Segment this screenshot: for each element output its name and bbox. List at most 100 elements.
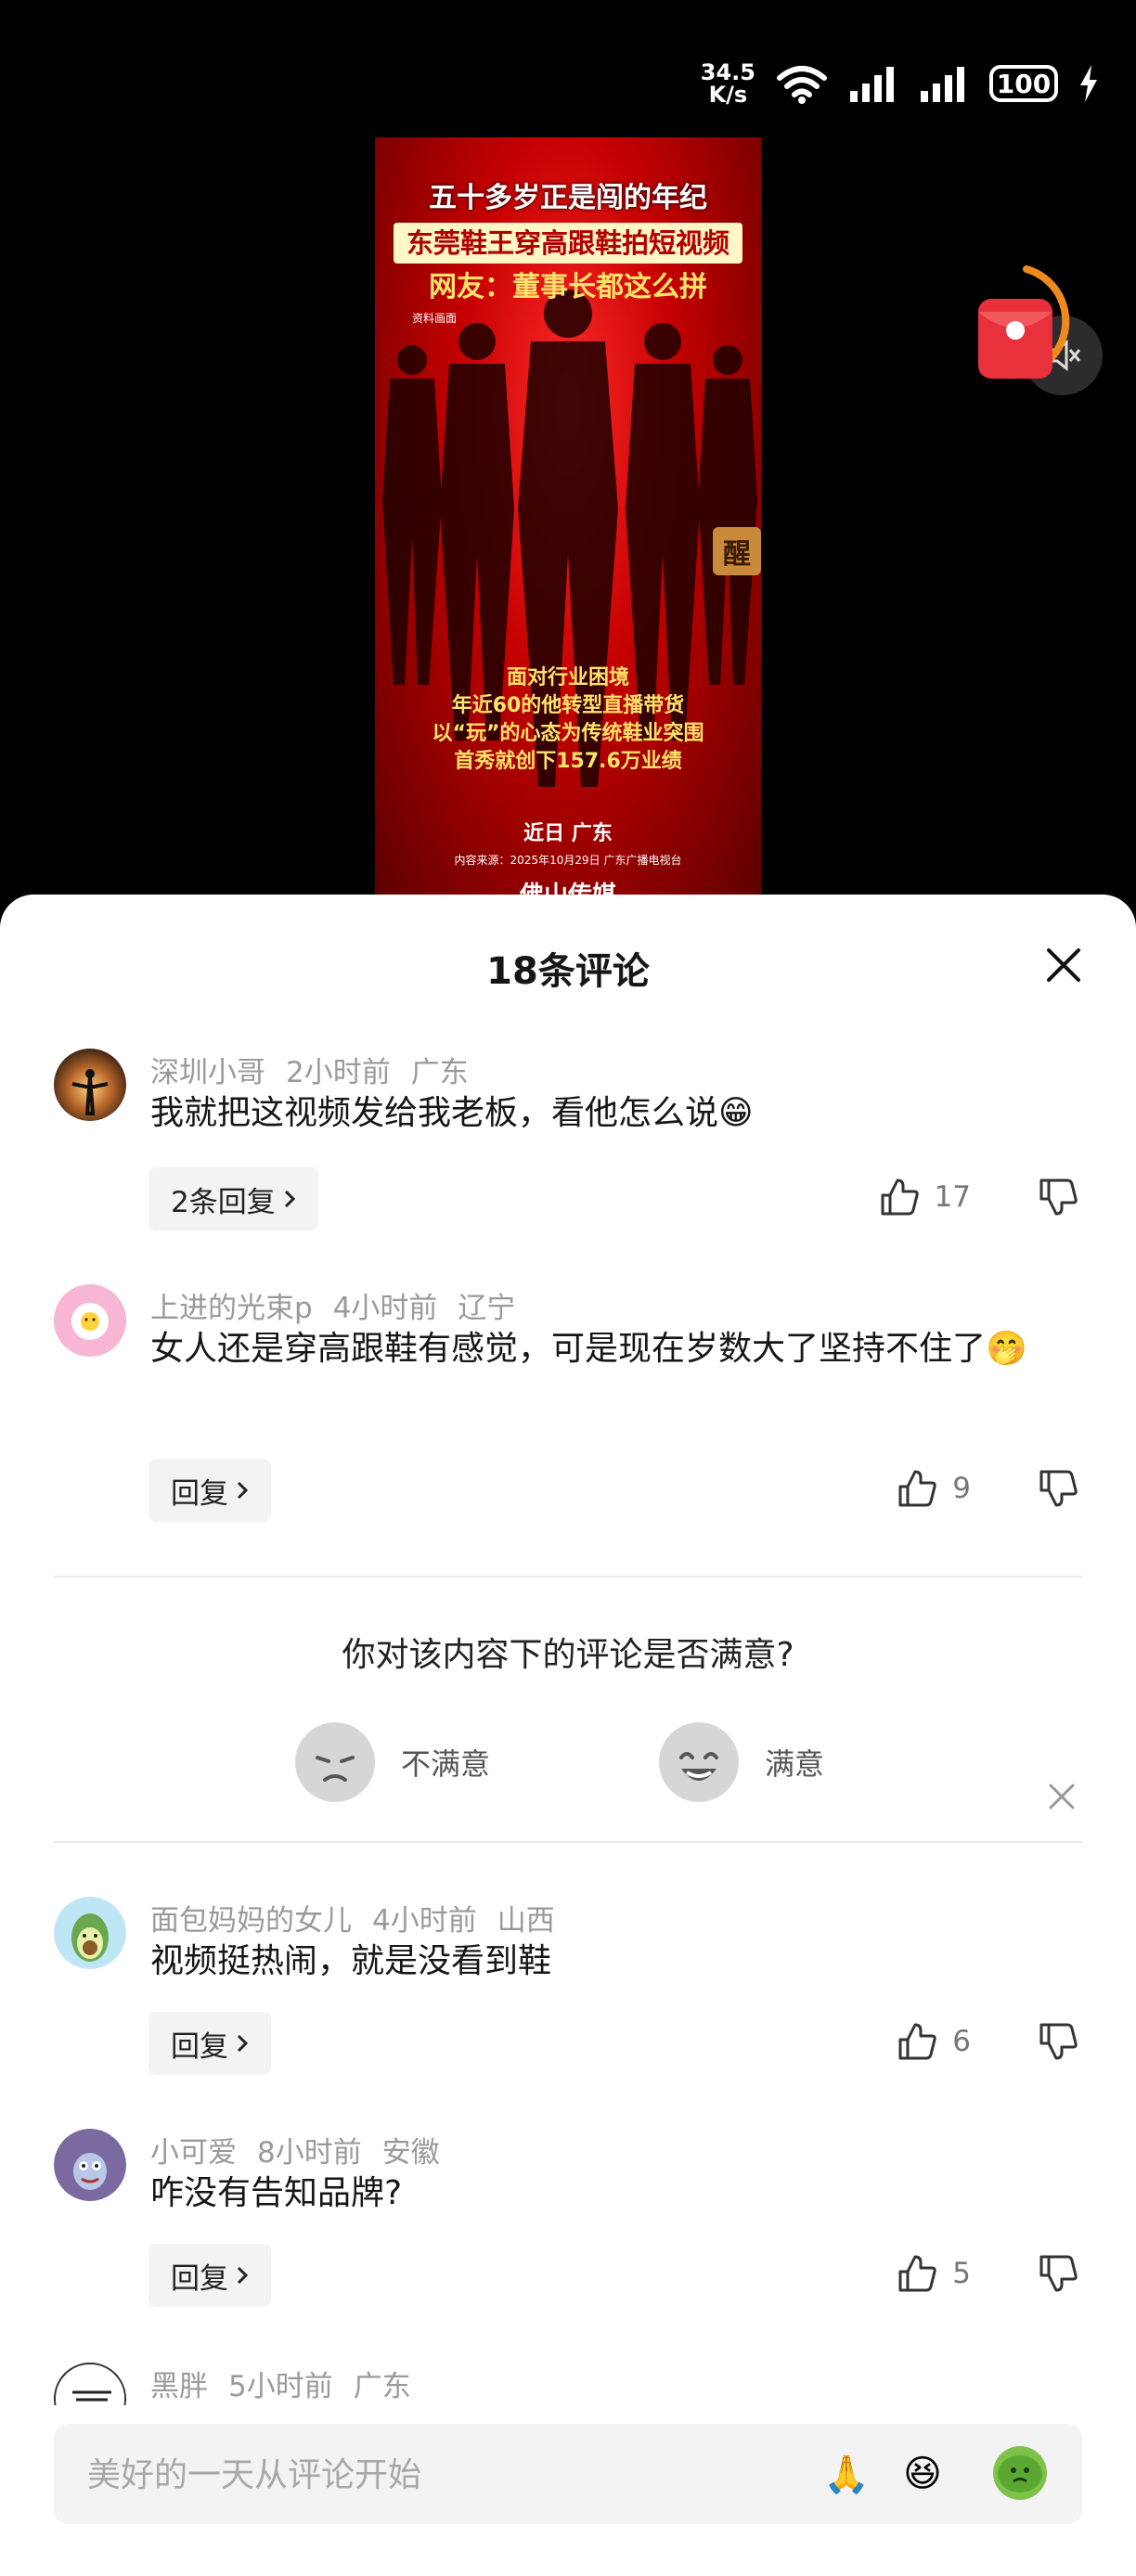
thumbs-up-icon <box>898 2023 936 2060</box>
comment-time: 8小时前 <box>257 2136 362 2170</box>
comment-item: 面包妈妈的女儿 4小时前 山西 视频挺热闹，就是没看到鞋 回复 6 <box>0 1897 1136 2075</box>
unhappy-face-icon <box>295 1722 375 1802</box>
thumbs-up-icon <box>898 1470 936 1507</box>
comment-count-title: 18条评论 <box>486 950 650 993</box>
video-title-line3: 网友：董事长都这么拼 <box>429 271 707 303</box>
comment-text[interactable]: 我就把这视频发给我老板，看他怎么说😁 <box>150 1086 1088 1141</box>
pray-emoji-button[interactable]: 🙏 <box>819 2446 874 2502</box>
dislike-button[interactable] <box>1038 1468 1078 1513</box>
comment-location: 山西 <box>497 1904 555 1938</box>
red-packet-button[interactable] <box>971 264 1082 393</box>
survey-option-label: 满意 <box>765 1746 825 1782</box>
comment-location: 广东 <box>410 1056 469 1089</box>
comment-username[interactable]: 上进的光束p <box>150 1292 313 1325</box>
survey-option-satisfied[interactable]: 满意 <box>659 1722 824 1802</box>
reply-label: 2条回复 <box>171 1185 276 1219</box>
dislike-button[interactable] <box>1038 1177 1078 1221</box>
chevron-right-icon <box>237 2266 249 2285</box>
divider <box>54 1576 1082 1578</box>
reply-label: 回复 <box>171 1476 228 1511</box>
comment-text[interactable]: 视频挺热闹，就是没看到鞋 <box>150 1934 1088 1990</box>
laughing-face-icon: 😆 <box>903 2453 942 2495</box>
signal-icon <box>848 65 898 102</box>
close-icon <box>1049 1784 1075 1810</box>
avatar[interactable] <box>54 2363 126 2405</box>
signal-icon-2 <box>919 65 969 102</box>
comment-meta: 小可爱 8小时前 安徽 <box>150 2129 460 2170</box>
like-count: 6 <box>952 2025 971 2058</box>
survey-option-unsatisfied[interactable]: 不满意 <box>295 1722 490 1802</box>
like-count: 9 <box>952 1472 971 1505</box>
video-subtitle: 面对行业困境 年近60的他转型直播带货 以“玩”的心态为传统鞋业突围 首秀就创下… <box>403 664 733 776</box>
avatar[interactable] <box>54 2129 126 2201</box>
network-speed: 34.5 K/s <box>701 61 755 106</box>
dislike-button[interactable] <box>1038 2253 1078 2298</box>
bitter-sticker-button[interactable] <box>993 2446 1047 2500</box>
comment-time: 4小时前 <box>332 1292 438 1325</box>
comment-item: 深圳小哥 2小时前 广东 我就把这视频发给我老板，看他怎么说😁 2条回复 17 <box>0 1049 1136 1230</box>
video-subtitle-line: 以“玩”的心态为传统鞋业突围 <box>432 722 704 745</box>
like-button[interactable]: 6 <box>897 2021 971 2062</box>
comment-text[interactable]: 咋没有告知品牌? <box>150 2166 1088 2222</box>
like-button[interactable]: 9 <box>897 1468 971 1509</box>
reply-label: 回复 <box>171 2261 228 2296</box>
chevron-right-icon <box>284 1190 295 1208</box>
battery-indicator: 100 <box>989 65 1058 102</box>
thumbs-down-icon <box>1039 1470 1078 1507</box>
battery-level: 100 <box>996 68 1052 99</box>
chevron-right-icon <box>237 2034 249 2053</box>
wifi-icon <box>776 63 828 104</box>
comment-location: 广东 <box>353 2370 411 2403</box>
folded-hands-icon: 🙏 <box>823 2453 870 2496</box>
close-icon <box>1047 948 1080 982</box>
comment-username[interactable]: 面包妈妈的女儿 <box>150 1904 352 1938</box>
avatar[interactable] <box>54 1049 126 1121</box>
reply-button[interactable]: 回复 <box>148 2012 271 2075</box>
comment-username[interactable]: 黑胖 <box>150 2370 208 2403</box>
reply-label: 回复 <box>171 2029 228 2064</box>
chevron-right-icon <box>237 1481 249 1500</box>
video-place: 近日 广东 <box>523 822 613 845</box>
thumbs-up-icon <box>881 1179 919 1216</box>
video-player[interactable]: 五十多岁正是闯的年纪 东莞鞋王穿高跟鞋拍短视频 网友：董事长都这么拼 资料画面 … <box>375 137 761 909</box>
comment-item: 黑胖 5小时前 广东 <box>0 2363 1136 2405</box>
happy-face-icon <box>659 1722 739 1802</box>
video-stamp: 醒 <box>713 527 761 575</box>
dislike-button[interactable] <box>1038 2021 1078 2066</box>
comment-location: 安徽 <box>381 2136 440 2170</box>
comment-location: 辽宁 <box>458 1292 516 1325</box>
comment-text[interactable]: 女人还是穿高跟鞋有感觉，可是现在岁数大了坚持不住了🤭 <box>150 1321 1088 1377</box>
comment-meta: 上进的光束p 4小时前 辽宁 <box>150 1284 536 1326</box>
thumbs-down-icon <box>1039 2255 1078 2292</box>
avatar[interactable] <box>54 1284 126 1357</box>
screen: 34.5 K/s 100 五十多岁正是闯的年纪 东莞鞋王穿高跟鞋拍短视频 网友：… <box>0 0 1136 2576</box>
survey-dismiss-button[interactable] <box>1045 1780 1078 1813</box>
comment-item: 上进的光束p 4小时前 辽宁 女人还是穿高跟鞋有感觉，可是现在岁数大了坚持不住了🤭 … <box>0 1284 1136 1522</box>
comment-time: 5小时前 <box>228 2370 333 2403</box>
video-title-line1: 五十多岁正是闯的年纪 <box>429 182 707 214</box>
like-button[interactable]: 5 <box>897 2253 971 2294</box>
like-count: 17 <box>934 1180 971 1214</box>
red-packet-icon <box>978 265 1070 380</box>
video-subtitle-line: 年近60的他转型直播带货 <box>451 694 685 717</box>
survey-option-label: 不满意 <box>401 1746 491 1782</box>
divider <box>54 1841 1082 1843</box>
comment-username[interactable]: 小可爱 <box>150 2136 237 2170</box>
comment-username[interactable]: 深圳小哥 <box>150 1056 265 1089</box>
like-button[interactable]: 17 <box>879 1177 971 1217</box>
laugh-emoji-button[interactable]: 😆 <box>895 2446 950 2502</box>
bitter-melon-icon <box>998 2455 1042 2492</box>
view-replies-button[interactable]: 2条回复 <box>148 1167 318 1230</box>
video-subtitle-line: 面对行业困境 <box>506 666 629 689</box>
status-bar: 34.5 K/s 100 <box>701 56 1099 111</box>
survey-question: 你对该内容下的评论是否满意? <box>342 1636 794 1674</box>
comment-input[interactable] <box>85 2424 739 2526</box>
video-title-line2: 东莞鞋王穿高跟鞋拍短视频 <box>394 223 742 264</box>
thumbs-up-icon <box>898 2255 936 2292</box>
close-button[interactable] <box>1043 945 1084 985</box>
comment-item: 小可爱 8小时前 安徽 咋没有告知品牌? 回复 5 <box>0 2129 1136 2307</box>
like-count: 5 <box>952 2257 971 2290</box>
reply-button[interactable]: 回复 <box>148 2244 271 2307</box>
reply-button[interactable]: 回复 <box>148 1459 271 1522</box>
avatar[interactable] <box>54 1897 126 1969</box>
